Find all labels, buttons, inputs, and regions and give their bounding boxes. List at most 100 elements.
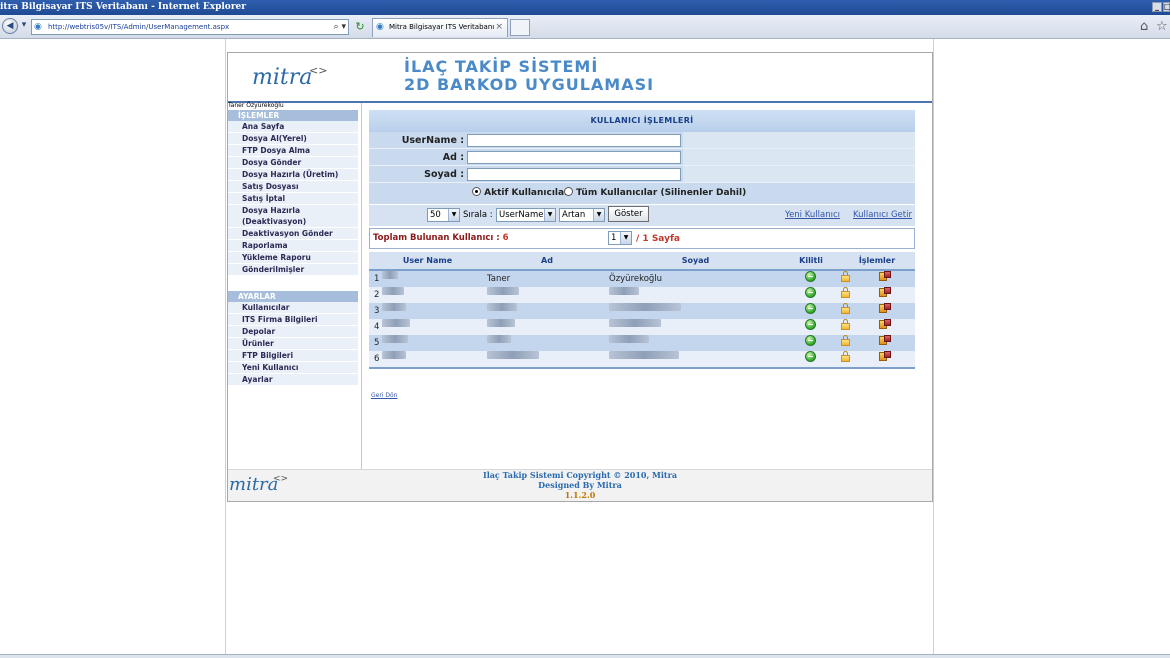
unlocked-icon [805,335,816,346]
sidebar-item-dosya-gonder[interactable]: Dosya Gönder [228,157,358,169]
total-users-label: Toplam Bulunan Kullanıcı : [373,233,500,243]
sidebar-item-kullanicilar[interactable]: Kullanıcılar [228,302,358,314]
sidebar-item-ana-sayfa[interactable]: Ana Sayfa [228,121,358,133]
table-row[interactable]: 4 [369,319,915,335]
table-row[interactable]: 3 [369,303,915,319]
tab-favicon-icon: ◉ [376,22,384,32]
sidebar-item-satis-dosyasi[interactable]: Satış Dosyası [228,181,358,193]
user-filter-radios: Aktif Kullanıcılar Tüm Kullanıcılar (Sil… [369,183,915,204]
back-link[interactable]: Geri Dön [371,392,397,399]
status-bar [0,654,1170,658]
logo: mitra [252,65,313,90]
edit-user-icon[interactable] [879,303,891,314]
ad-label: Ad : [442,152,464,163]
radio-active-icon[interactable] [472,187,481,196]
edit-user-icon[interactable] [879,319,891,330]
chevron-down-icon[interactable]: ▼ [544,209,555,221]
new-user-link[interactable]: Yeni Kullanıcı [785,205,840,226]
sidebar: İŞLEMLER Ana Sayfa Dosya Al(Yerel) FTP D… [228,110,358,386]
row-filler [683,149,915,165]
soyad-input[interactable] [467,168,681,181]
sidebar-item-dosya-al[interactable]: Dosya Al(Yerel) [228,133,358,145]
sidebar-item-depolar[interactable]: Depolar [228,326,358,338]
sort-field-select[interactable]: UserName ▼ [496,208,556,222]
address-url[interactable]: http://webtris05v/ITS/Admin/UserManageme… [48,20,229,34]
sidebar-item-deaktivasyon-gonder[interactable]: Deaktivasyon Gönder [228,228,358,240]
address-bar[interactable]: ◉ http://webtris05v/ITS/Admin/UserManage… [31,19,349,35]
footer-logo: mitra [229,474,279,495]
sidebar-item-satis-iptal[interactable]: Satış İptal [228,193,358,205]
sidebar-item-gonderilmisler[interactable]: Gönderilmişler [228,264,358,276]
table-row[interactable]: 2 [369,287,915,303]
row-number: 5 [374,338,380,348]
edit-user-icon[interactable] [879,271,891,282]
app-title-line2: 2D BARKOD UYGULAMASI [404,75,655,94]
radio-all-icon[interactable] [564,187,573,196]
table-header: User Name Ad Soyad Kilitli İşlemler [369,252,915,271]
table-row[interactable]: 6 [369,351,915,367]
edit-user-icon[interactable] [879,287,891,298]
sort-field-value: UserName [499,210,544,220]
sidebar-item-dosya-hazirla-deaktivasyon[interactable]: Dosya Hazırla (Deaktivasyon) [228,205,358,228]
radio-active-users[interactable]: Aktif Kullanıcılar [472,183,569,204]
col-ad[interactable]: Ad [486,252,608,269]
lock-icon[interactable] [841,319,850,330]
edit-user-icon[interactable] [879,335,891,346]
sort-direction-select[interactable]: Artan ▼ [559,208,605,222]
footer-designed-by: Designed By Mitra [538,480,622,490]
sidebar-item-yukleme-raporu[interactable]: Yükleme Raporu [228,252,358,264]
user-management-panel: KULLANICI İŞLEMLERİ UserName : Ad : Soya… [369,110,915,369]
search-icon[interactable]: ⌕ ▾ [334,21,346,33]
close-icon[interactable]: × [495,19,503,36]
col-soyad[interactable]: Soyad [608,252,783,269]
back-icon[interactable]: ◀ [2,18,18,34]
home-icon[interactable]: ⌂ [1140,19,1148,35]
lock-icon[interactable] [841,287,850,298]
unlocked-icon [805,303,816,314]
row-number: 2 [374,290,380,300]
sidebar-item-yeni-kullanici[interactable]: Yeni Kullanıcı [228,362,358,374]
star-icon[interactable]: ☆ [1156,19,1168,35]
new-tab-button[interactable] [510,19,530,36]
row-filler [683,132,915,148]
lock-icon[interactable] [841,351,850,362]
radio-all-users[interactable]: Tüm Kullanıcılar (Silinenler Dahil) [564,183,746,204]
sidebar-item-urunler[interactable]: Ürünler [228,338,358,350]
sidebar-gap [228,276,358,291]
minimize-icon[interactable]: _ [1152,2,1162,12]
lock-icon[interactable] [841,335,850,346]
current-user: Taner Özyürekoğlu [228,102,284,109]
table-row[interactable]: 5 [369,335,915,351]
chevron-down-icon[interactable]: ▼ [593,209,604,221]
panel-title: KULLANICI İŞLEMLERİ [369,110,915,132]
show-button[interactable]: Göster [608,206,649,222]
sidebar-item-ftp-bilgileri[interactable]: FTP Bilgileri [228,350,358,362]
username-input[interactable] [467,134,681,147]
sidebar-item-dosya-hazirla-uretim[interactable]: Dosya Hazırla (Üretim) [228,169,358,181]
sidebar-item-ayarlar[interactable]: Ayarlar [228,374,358,386]
table-row[interactable]: 1 Taner Özyürekoğlu [369,271,915,287]
sidebar-item-its-firma-bilgileri[interactable]: ITS Firma Bilgileri [228,314,358,326]
lock-icon[interactable] [841,271,850,282]
edit-user-icon[interactable] [879,351,891,362]
lock-icon[interactable] [841,303,850,314]
page-select[interactable]: 1 ▼ [608,231,632,245]
chevron-down-icon[interactable]: ▼ [620,232,631,244]
sidebar-item-ftp-dosya-alma[interactable]: FTP Dosya Alma [228,145,358,157]
maximize-icon[interactable]: □ [1163,2,1170,12]
page-value: 1 [611,233,617,243]
ad-input[interactable] [467,151,681,164]
footer-copyright: Ilaç Takip Sistemi Copyright © 2010, Mit… [482,470,678,480]
chevron-down-icon[interactable]: ▼ [448,209,459,221]
col-username[interactable]: User Name [369,252,486,269]
window-title: itra Bilgisayar ITS Veritabanı - Interne… [0,2,247,12]
browser-tab[interactable]: ◉ Mitra Bilgisayar ITS Veritabanı × [372,18,508,37]
fetch-user-link[interactable]: Kullanıcı Getir [853,205,912,226]
sidebar-item-raporlama[interactable]: Raporlama [228,240,358,252]
page-size-select[interactable]: 50 ▼ [427,208,460,222]
row-number: 3 [374,306,380,316]
chevron-down-icon[interactable]: ▾ [19,18,29,34]
row-number: 4 [374,322,380,332]
refresh-icon[interactable]: ↻ [353,19,367,35]
tab-title: Mitra Bilgisayar ITS Veritabanı [389,23,495,31]
